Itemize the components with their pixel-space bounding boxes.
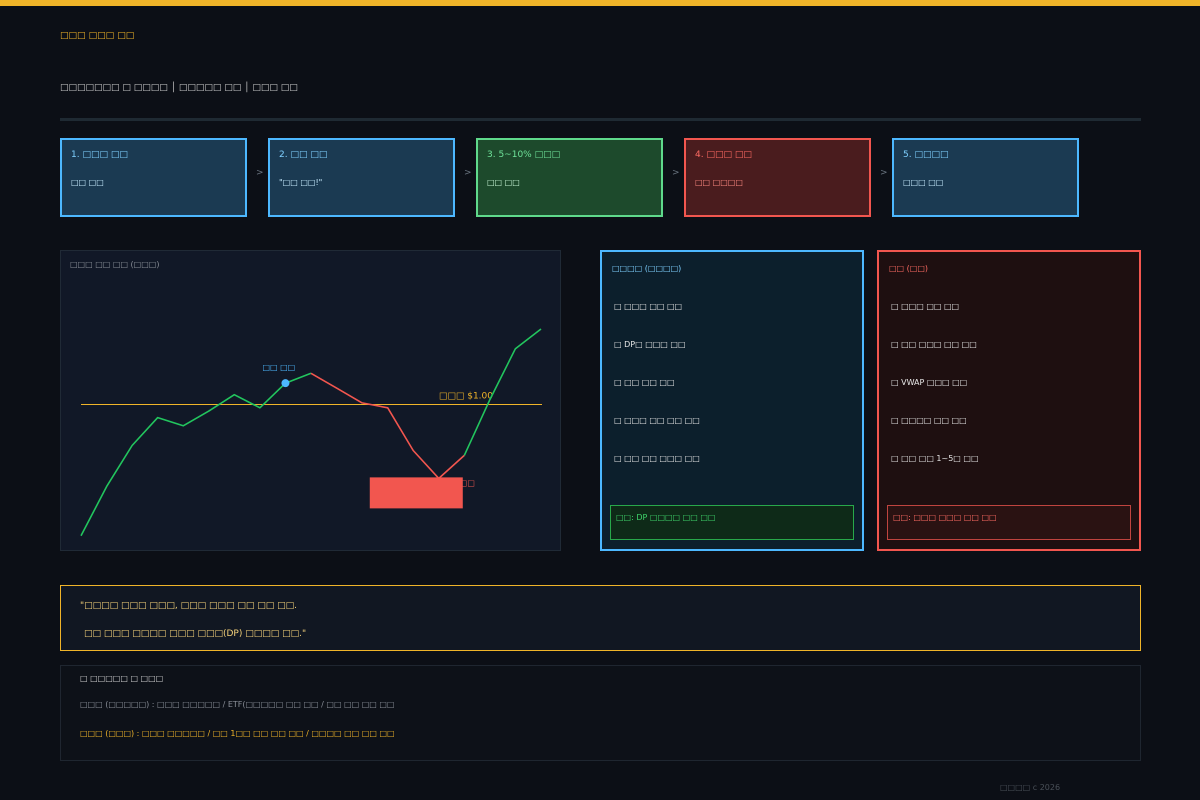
- negative-box-title: □□ (□□): [889, 264, 929, 273]
- step-description: □□□ □□: [903, 178, 944, 187]
- positive-item: □ □□ □□ □□□ □□: [614, 454, 700, 463]
- price-line-segment: [80, 372, 312, 537]
- negative-item: □ □□ □□ 1~5□ □□: [891, 454, 979, 463]
- price-chart: □□□ $1.00 □□ □□ □□: [80, 328, 542, 537]
- step-label: 3. 5~10% □□□: [487, 150, 561, 160]
- positive-item: □ □□□ □□ □□ □□: [614, 416, 700, 425]
- header-divider: [60, 118, 1141, 121]
- quote-line-2: □□ □□□ □□□□ □□□ □□□(DP) □□□□ □□.": [84, 629, 307, 639]
- negative-item: □ □□□ □□ □□: [891, 302, 960, 311]
- step-card-4: 4. □□□ □□ □□ □□□□: [684, 138, 871, 217]
- positive-box-title: □□□□ (□□□□): [612, 264, 682, 273]
- step-description: □□ □□: [71, 178, 104, 187]
- info-box: □ □□□□□ □ □□□ □□□ (□□□□□) : □□□ □□□□□ / …: [60, 665, 1141, 761]
- step-card-5: 5. □□□□ □□□ □□: [892, 138, 1079, 217]
- peak-marker-label: □□ □□: [262, 363, 295, 372]
- chart-title: □□□ □□ □□ (□□□): [70, 260, 160, 269]
- top-accent-bar: [0, 0, 1200, 6]
- quote-line-1: "□□□□ □□□ □□□, □□□ □□□ □□ □□ □□.: [80, 601, 297, 611]
- step-arrow: >: [880, 168, 888, 178]
- footer-copyright: □□□□ c 2026: [1000, 783, 1061, 792]
- step-label: 1. □□□ □□: [71, 150, 128, 160]
- step-arrow: >: [256, 168, 264, 178]
- step-description: □□ □□: [487, 178, 520, 187]
- page-subtitle: □□□□□□□ □ □□□□ │ □□□□□ □□ │ □□□ □□: [60, 83, 298, 93]
- step-label: 5. □□□□: [903, 150, 949, 160]
- step-card-2: 2. □□ □□ "□□ □□!": [268, 138, 455, 217]
- peak-marker: [281, 379, 290, 388]
- positive-signals-box: □□□□ (□□□□) □ □□□ □□ □□ □ DP□ □□□ □□ □ □…: [600, 250, 864, 551]
- reference-line-label: □□□ $1.00: [439, 392, 493, 402]
- page-title: □□□ □□□ □□: [60, 31, 135, 41]
- negative-signals-box: □□ (□□) □ □□□ □□ □□ □ □□ □□□ □□ □□ □ VWA…: [877, 250, 1141, 551]
- price-line-segment: [310, 372, 465, 480]
- positive-note: □□: DP □□□□ □□ □□: [610, 505, 854, 540]
- negative-item: □ □□□□ □□ □□: [891, 416, 967, 425]
- step-card-3: 3. 5~10% □□□ □□ □□: [476, 138, 663, 217]
- drop-label: □□: [460, 478, 475, 487]
- positive-item: □ DP□ □□□ □□: [614, 340, 686, 349]
- step-description: "□□ □□!": [279, 178, 323, 187]
- negative-note: □□: □□□ □□□ □□ □□: [887, 505, 1131, 540]
- info-heading: □ □□□□□ □ □□□: [80, 674, 164, 683]
- positive-item: □ □□ □□ □□: [614, 378, 675, 387]
- info-line-1: □□□ (□□□□□) : □□□ □□□□□ / ETF(□□□□□ □□ □…: [80, 700, 395, 709]
- step-description: □□ □□□□: [695, 178, 743, 187]
- quote-box: "□□□□ □□□ □□□, □□□ □□□ □□ □□ □□. □□ □□□ …: [60, 585, 1141, 651]
- negative-item: □ VWAP □□□ □□: [891, 378, 968, 387]
- price-chart-panel: □□□ $1.00 □□ □□ □□ □□□ □□ □□ (□□□): [60, 250, 561, 551]
- step-arrow: >: [464, 168, 472, 178]
- step-card-1: 1. □□□ □□ □□ □□: [60, 138, 247, 217]
- step-label: 2. □□ □□: [279, 150, 328, 160]
- step-label: 4. □□□ □□: [695, 150, 752, 160]
- drop-highlight: [369, 477, 463, 509]
- info-line-2: □□□ (□□□) : □□□ □□□□□ / □□ 1□□ □□ □□ □□ …: [80, 729, 395, 738]
- step-arrow: >: [672, 168, 680, 178]
- positive-item: □ □□□ □□ □□: [614, 302, 683, 311]
- negative-item: □ □□ □□□ □□ □□: [891, 340, 977, 349]
